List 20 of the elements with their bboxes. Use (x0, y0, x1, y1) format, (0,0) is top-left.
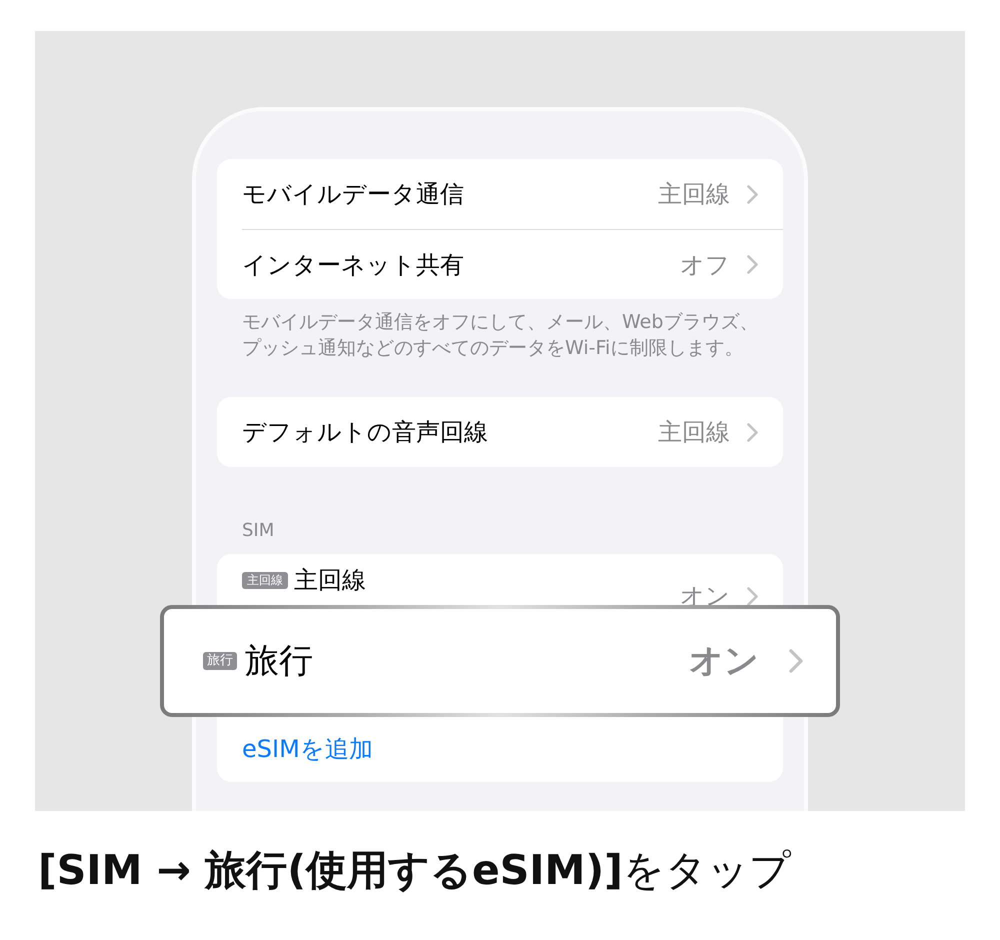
row-label[interactable]: デフォルトの音声回線 (242, 417, 488, 447)
chevron-icon (747, 586, 758, 606)
chevron-icon (789, 649, 803, 673)
row-label[interactable]: モバイルデータ通信 (242, 179, 464, 209)
row-value: 主回線 (658, 179, 730, 209)
instruction-caption: [SIM → 旅行(使用するeSIM)]をタップ (38, 845, 792, 895)
row-value: オン (689, 641, 759, 681)
row-value: オフ (680, 250, 730, 280)
footer-note: モバイルデータ通信をオフにして、メール、Webブラウズ、プッシュ通知などのすべてのデータをWi-Fiに制限します。 (241, 310, 760, 361)
row-label[interactable]: 主回線 (294, 565, 366, 595)
sim-tag: 主回線 (242, 572, 288, 588)
sim-tag: 旅行 (203, 652, 237, 670)
row-label: 旅行 (245, 641, 313, 681)
row-label[interactable]: インターネット共有 (242, 250, 464, 280)
section-header: SIM (242, 519, 276, 543)
chevron-icon (747, 422, 758, 442)
row-value: 主回線 (658, 417, 730, 447)
chevron-icon (747, 184, 758, 204)
chevron-icon (747, 255, 758, 274)
add-esim-link[interactable]: eSIMを追加 (242, 734, 373, 764)
